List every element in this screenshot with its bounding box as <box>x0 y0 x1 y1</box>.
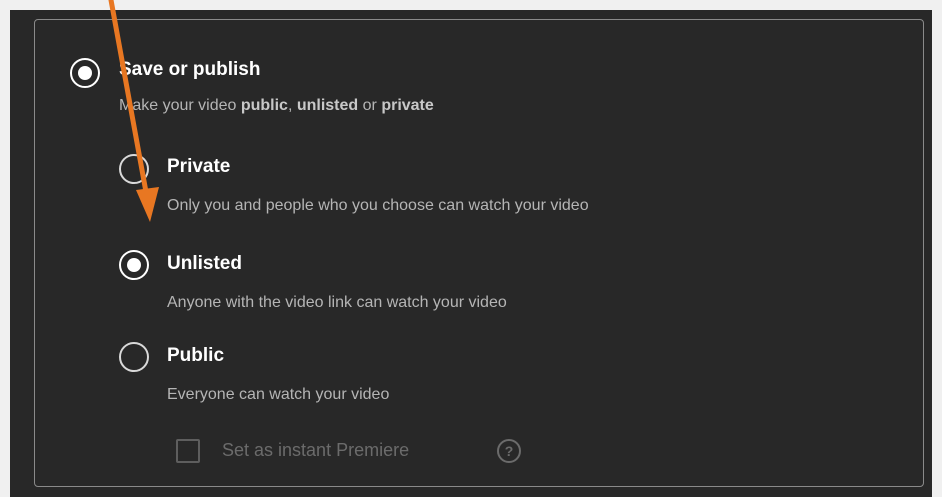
annotation-arrow-icon <box>108 0 159 222</box>
annotation-arrow-shaft <box>108 0 149 195</box>
annotation-arrow-head <box>136 187 159 222</box>
